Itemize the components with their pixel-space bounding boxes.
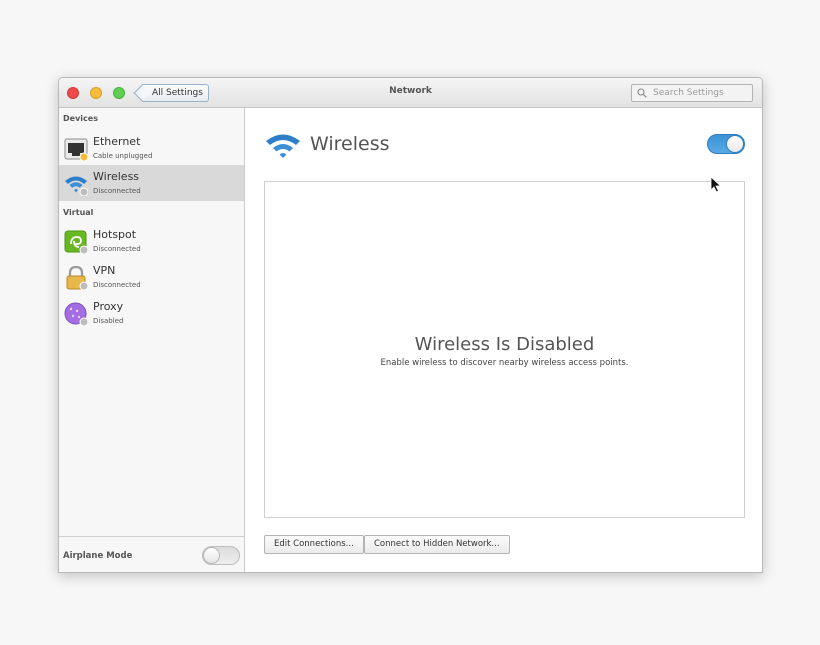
airplane-mode-label: Airplane Mode <box>63 551 133 561</box>
sidebar-item-label: Wireless <box>93 170 140 183</box>
search-icon <box>637 88 647 98</box>
sidebar: Devices Ethernet Cable unplugged Wireles… <box>59 108 245 572</box>
wireless-icon <box>266 134 300 158</box>
access-points-panel: Wireless Is Disabled Enable wireless to … <box>264 181 745 518</box>
toggle-knob <box>203 547 220 564</box>
connect-hidden-network-button[interactable]: Connect to Hidden Network... <box>364 535 510 554</box>
sidebar-item-proxy[interactable]: Proxy Disabled <box>59 295 244 331</box>
edit-connections-button[interactable]: Edit Connections... <box>264 535 364 554</box>
sidebar-item-vpn[interactable]: VPN Disconnected <box>59 259 244 295</box>
sidebar-item-ethernet[interactable]: Ethernet Cable unplugged <box>59 130 244 166</box>
wireless-icon <box>65 176 88 196</box>
toggle-knob <box>726 135 744 153</box>
network-settings-window: All Settings Network Search Settings Dev… <box>58 77 763 573</box>
search-input[interactable]: Search Settings <box>631 84 753 102</box>
sidebar-item-label: Proxy <box>93 300 124 313</box>
ethernet-icon <box>64 138 88 161</box>
airplane-mode-row: Airplane Mode <box>59 536 244 572</box>
titlebar: All Settings Network Search Settings <box>59 78 762 108</box>
page-title: Wireless <box>310 133 390 155</box>
sidebar-item-wireless[interactable]: Wireless Disconnected <box>59 165 244 201</box>
empty-state-title: Wireless Is Disabled <box>414 334 595 355</box>
airplane-mode-toggle[interactable] <box>202 546 240 565</box>
sidebar-item-label: Ethernet <box>93 135 141 148</box>
empty-state-subtitle: Enable wireless to discover nearby wirel… <box>380 358 629 368</box>
proxy-globe-icon <box>64 302 88 326</box>
hotspot-icon <box>64 230 88 254</box>
sidebar-item-hotspot[interactable]: Hotspot Disconnected <box>59 223 244 259</box>
search-placeholder: Search Settings <box>653 88 724 98</box>
sidebar-item-status: Disconnected <box>93 187 141 195</box>
mouse-cursor-icon <box>710 176 722 193</box>
sidebar-item-status: Disconnected <box>93 245 141 253</box>
sidebar-item-status: Disabled <box>93 317 124 325</box>
wireless-toggle[interactable] <box>707 134 745 154</box>
sidebar-item-label: Hotspot <box>93 228 137 241</box>
lock-icon <box>66 266 88 290</box>
sidebar-item-status: Cable unplugged <box>93 152 153 160</box>
sidebar-item-label: VPN <box>93 264 116 277</box>
sidebar-item-status: Disconnected <box>93 281 141 289</box>
section-label-devices: Devices <box>63 114 98 123</box>
section-label-virtual: Virtual <box>63 208 94 217</box>
